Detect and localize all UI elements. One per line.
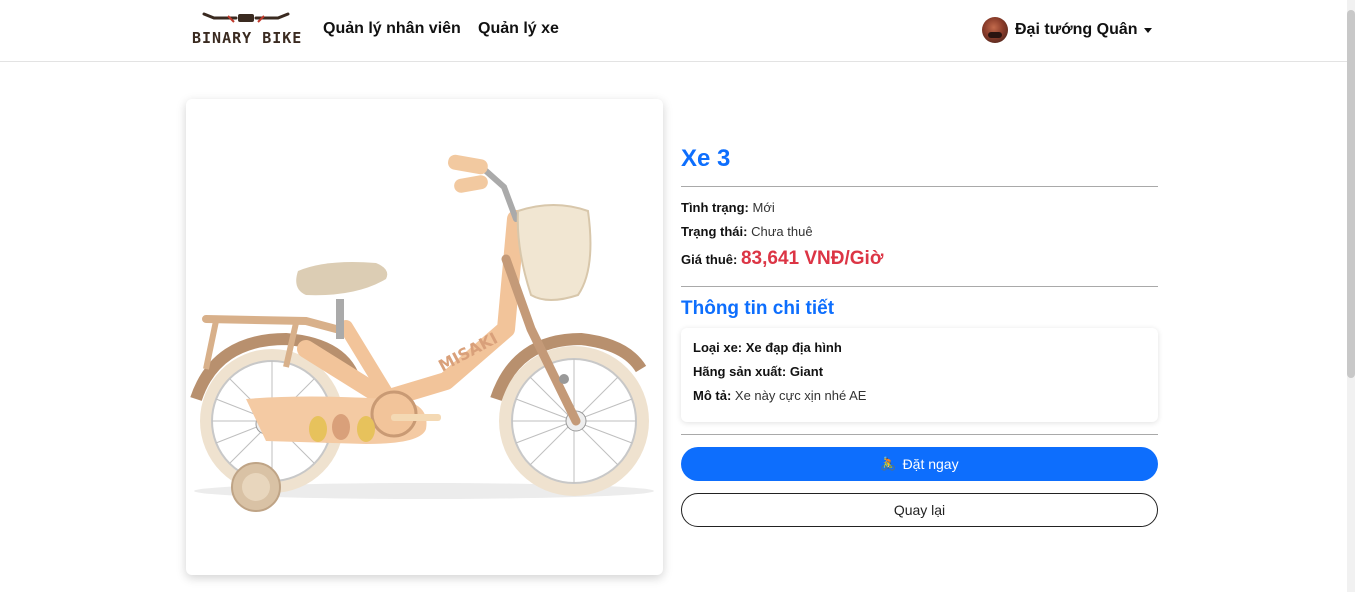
manufacturer-value: Giant (789, 364, 824, 379)
details-card: Loại xe: Xe đạp địa hình Hãng sản xuất: … (681, 328, 1158, 422)
back-button[interactable]: Quay lại (681, 493, 1158, 527)
avatar (982, 17, 1008, 43)
condition-row: Tình trạng: Mới (681, 200, 775, 215)
brand-name: BINARY BIKE (192, 29, 303, 47)
divider (681, 186, 1158, 187)
nav-link-staff-management[interactable]: Quản lý nhân viên (323, 20, 461, 38)
book-now-button[interactable]: 🚴 Đặt ngay (681, 447, 1158, 481)
bike-type-value: Xe đạp địa hình (745, 340, 842, 355)
product-title: Xe 3 (681, 145, 731, 172)
condition-label: Tình trạng: (681, 200, 749, 215)
nav-link-bike-management[interactable]: Quản lý xe (478, 20, 559, 38)
bicycle-image: MISAKI (190, 154, 654, 512)
status-row: Trạng thái: Chưa thuê (681, 224, 813, 239)
book-now-label: Đặt ngay (902, 456, 959, 472)
bike-type-label: Loại xe: (693, 340, 743, 355)
bike-type-row: Loại xe: Xe đạp địa hình (693, 340, 842, 355)
status-value: Chưa thuê (751, 224, 813, 239)
handlebar-logo-icon (202, 12, 290, 23)
top-navbar: BINARY BIKE Quản lý nhân viên Quản lý xe… (0, 0, 1347, 62)
condition-value: Mới (752, 200, 775, 215)
product-image-card: MISAKI (186, 99, 663, 575)
cyclist-icon: 🚴 (880, 456, 897, 471)
manufacturer-label: Hãng sản xuất: (693, 364, 787, 379)
description-value: Xe này cực xịn nhé AE (734, 388, 867, 403)
caret-down-icon (1143, 27, 1152, 33)
back-label: Quay lại (893, 502, 946, 518)
price-label: Giá thuê: (681, 252, 738, 267)
brand-logo[interactable]: BINARY BIKE (192, 8, 303, 48)
details-heading: Thông tin chi tiết (681, 298, 835, 319)
description-row: Mô tả: Xe này cực xịn nhé AE (693, 388, 866, 403)
user-menu-toggle[interactable]: Đại tướng Quân (982, 16, 1152, 44)
price-row: Giá thuê: 83,641 VNĐ/Giờ (681, 248, 883, 270)
page-scrollbar[interactable] (1347, 0, 1355, 592)
divider (681, 434, 1158, 435)
description-label: Mô tả: (693, 388, 732, 403)
status-label: Trạng thái: (681, 224, 748, 239)
divider (681, 286, 1158, 287)
user-name: Đại tướng Quân (1015, 21, 1138, 38)
manufacturer-row: Hãng sản xuất: Giant (693, 364, 823, 379)
price-value: 83,641 VNĐ/Giờ (740, 248, 884, 269)
scrollbar-thumb[interactable] (1347, 10, 1355, 378)
